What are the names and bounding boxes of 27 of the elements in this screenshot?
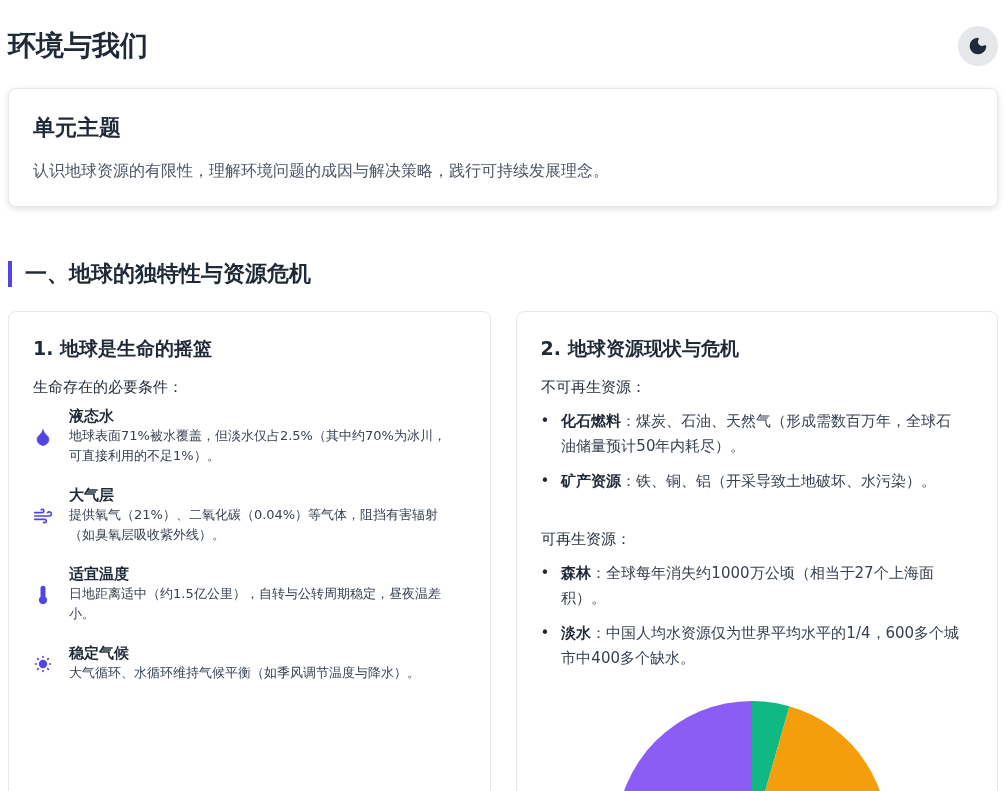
group-heading: 可再生资源： [540,530,632,549]
list-item: 森林：全球每年消失约1000万公顷（相当于27个上海面积）。 [561,563,935,609]
card-text: 认识地球资源的有限性，理解环境问题的成因与解决策略，践行可持续发展理念。 [33,161,610,182]
condition-name: 大气层 [69,486,115,505]
condition-name: 液态水 [69,407,115,426]
card-title: 1. 地球是生命的摇篮 [33,336,214,361]
group-heading: 不可再生资源： [540,378,647,397]
bullet-marker: • [540,623,550,644]
bullet-marker: • [540,563,550,584]
subtitle: 生命存在的必要条件： [33,378,184,397]
list-item: 化石燃料：煤炭、石油、天然气（形成需数百万年，全球石油储量预计50年内耗尽）。 [561,411,953,457]
section-title: 一、地球的独特性与资源危机 [8,261,998,287]
bullet-marker: • [540,411,550,432]
condition-name: 适宜温度 [69,565,130,584]
list-item: 矿产资源：铁、铜、铝（开采导致土地破坏、水污染）。 [561,471,937,492]
condition-text: 大气循环、水循环维持气候平衡（如季风调节温度与降水）。 [69,664,420,682]
theme-toggle-button[interactable] [958,26,998,66]
moon-icon [968,36,988,56]
condition-text: 提供氧气（21%）、二氧化碳（0.04%）等气体，阻挡有害辐射（如臭氧层吸收紫外线）。 [69,506,440,544]
list-item: 淡水：中国人均水资源仅为世界平均水平的1/4，600多个城市中400多个缺水。 [561,623,961,669]
condition-name: 稳定气候 [69,644,130,663]
card-title: 单元主题 [33,114,122,142]
card-title: 2. 地球资源现状与危机 [540,336,740,361]
condition-text: 地球表面71%被水覆盖，但淡水仅占2.5%（其中约70%为冰川，可直接利用的不足1%）。 [69,427,447,465]
page-title: 环境与我们 [8,28,148,64]
condition-text: 日地距离适中（约1.5亿公里），自转与公转周期稳定，昼夜温差小。 [69,585,442,623]
bullet-marker: • [540,471,550,492]
